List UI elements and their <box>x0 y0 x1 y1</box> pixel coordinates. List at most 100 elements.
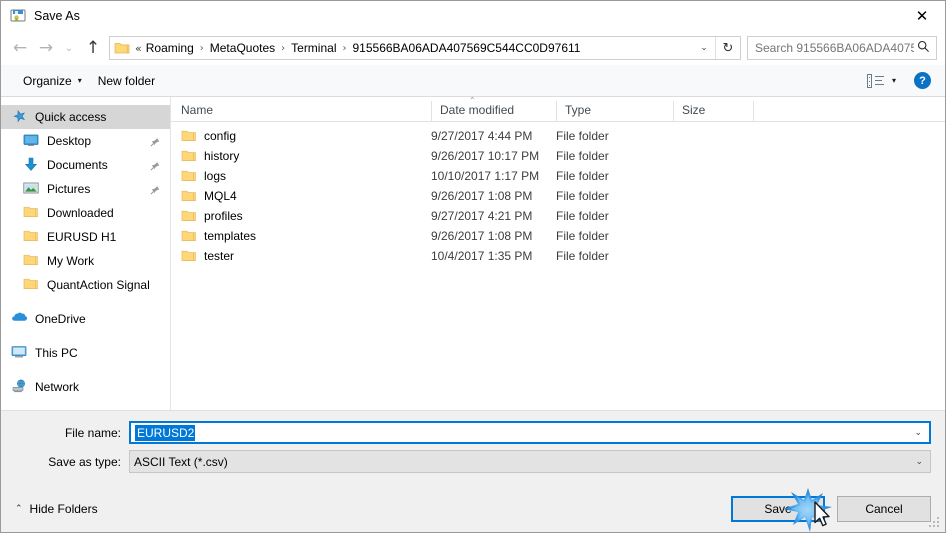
breadcrumb[interactable]: « Roaming › MetaQuotes › Terminal › 9155… <box>110 41 693 55</box>
save-as-type-label: Save as type: <box>48 454 121 469</box>
file-date: 10/10/2017 1:17 PM <box>431 169 540 183</box>
table-row[interactable]: config 9/27/2017 4:44 PM File folder <box>171 126 945 146</box>
back-button[interactable]: ← <box>7 35 33 61</box>
breadcrumb-separator[interactable]: › <box>197 43 207 54</box>
sidebar-group-label: OneDrive <box>35 312 86 326</box>
new-folder-button[interactable]: New folder <box>90 71 163 91</box>
folder-icon <box>181 229 197 243</box>
table-row[interactable]: templates 9/26/2017 1:08 PM File folder <box>171 226 945 246</box>
desktop-icon <box>23 133 41 149</box>
sidebar-item-label: QuantAction Signal <box>47 278 150 292</box>
organize-button[interactable]: Organize ▾ <box>15 71 90 91</box>
folder-icon <box>181 129 197 143</box>
pictures-icon <box>23 181 41 197</box>
file-type: File folder <box>556 189 609 203</box>
chevron-down-icon[interactable]: ⌄ <box>915 457 923 467</box>
search-input[interactable]: Search 915566BA06ADA40756... <box>747 36 937 60</box>
chevron-down-icon[interactable]: ⌄ <box>914 428 922 438</box>
breadcrumb-separator[interactable]: › <box>278 43 288 54</box>
sidebar-item-network[interactable]: Network <box>1 375 170 399</box>
cancel-button-label: Cancel <box>865 501 903 516</box>
sidebar-item-pictures[interactable]: Pictures <box>1 177 170 201</box>
sidebar-item-quick-access[interactable]: Quick access <box>1 105 170 129</box>
search-icon <box>914 40 932 57</box>
resize-grip[interactable] <box>929 517 941 529</box>
sidebar-item-onedrive[interactable]: OneDrive <box>1 307 170 331</box>
breadcrumb-item-1[interactable]: MetaQuotes <box>207 41 278 55</box>
folder-icon <box>181 189 197 203</box>
breadcrumb-item-2[interactable]: Terminal <box>288 41 339 55</box>
save-form: File name: EURUSD2 ⌄ Save as type: ASCII… <box>1 410 945 485</box>
file-name-input[interactable]: EURUSD2 ⌄ <box>129 421 931 444</box>
chevron-up-icon: ⌃ <box>15 503 23 514</box>
table-row[interactable]: MQL4 9/26/2017 1:08 PM File folder <box>171 186 945 206</box>
navigation-sidebar: Quick access Desktop Documents Pictures … <box>1 97 171 410</box>
column-header-date-modified[interactable]: Date modified <box>431 101 556 121</box>
file-list-pane: Name Date modified Type Size ⌃ config 9/… <box>171 97 945 410</box>
view-icon-column <box>866 73 872 88</box>
file-date: 10/4/2017 1:35 PM <box>431 249 533 263</box>
save-as-icon <box>10 8 26 24</box>
pin-icon[interactable] <box>150 136 160 147</box>
sidebar-item-downloaded[interactable]: Downloaded <box>1 201 170 225</box>
sidebar-item-this-pc[interactable]: This PC <box>1 341 170 365</box>
file-name-row: File name: EURUSD2 ⌄ <box>15 421 931 444</box>
view-options-button[interactable]: ▾ <box>861 71 902 91</box>
breadcrumb-separator[interactable]: › <box>340 43 350 54</box>
file-date: 9/27/2017 4:44 PM <box>431 129 533 143</box>
file-type: File folder <box>556 169 609 183</box>
up-button[interactable]: ↑ <box>79 35 107 61</box>
chevron-down-icon[interactable]: ⌄ <box>693 37 715 59</box>
pin-icon[interactable] <box>150 160 160 171</box>
breadcrumb-item-0[interactable]: Roaming <box>143 41 197 55</box>
file-date: 9/26/2017 10:17 PM <box>431 149 540 163</box>
file-date: 9/27/2017 4:21 PM <box>431 209 533 223</box>
hide-folders-button[interactable]: ⌃ Hide Folders <box>15 502 98 516</box>
chevron-down-icon: ▾ <box>77 76 82 85</box>
sidebar-group-label: Network <box>35 380 80 394</box>
save-as-type-select[interactable]: ASCII Text (*.csv) ⌄ <box>129 450 931 473</box>
download-arrow-icon <box>23 157 41 173</box>
address-bar[interactable]: « Roaming › MetaQuotes › Terminal › 9155… <box>109 36 741 60</box>
sidebar-item-desktop[interactable]: Desktop <box>1 129 170 153</box>
sidebar-item-quantaction-signal[interactable]: QuantAction Signal <box>1 273 170 297</box>
file-type: File folder <box>556 149 609 163</box>
close-icon[interactable]: ✕ <box>899 1 945 31</box>
hide-folders-label: Hide Folders <box>29 501 98 516</box>
breadcrumb-item-3[interactable]: 915566BA06ADA407569C544CC0D97611 <box>350 41 584 55</box>
column-header-size[interactable]: Size <box>673 101 753 121</box>
folder-icon <box>23 205 41 221</box>
command-bar: Organize ▾ New folder ▾ ? <box>1 65 945 97</box>
table-row[interactable]: tester 10/4/2017 1:35 PM File folder <box>171 246 945 266</box>
folder-icon <box>181 209 197 223</box>
sidebar-item-label: My Work <box>47 254 95 268</box>
folder-icon <box>181 149 197 163</box>
sidebar-item-label: Documents <box>47 158 108 172</box>
file-name: config <box>204 129 237 143</box>
table-row[interactable]: logs 10/10/2017 1:17 PM File folder <box>171 166 945 186</box>
table-row[interactable]: history 9/26/2017 10:17 PM File folder <box>171 146 945 166</box>
cancel-button[interactable]: Cancel <box>837 495 931 522</box>
table-row[interactable]: profiles 9/27/2017 4:21 PM File folder <box>171 206 945 226</box>
forward-button[interactable]: → <box>33 35 59 61</box>
file-name: history <box>204 149 240 163</box>
pin-icon[interactable] <box>150 184 160 195</box>
sort-ascending-icon: ⌃ <box>469 96 476 105</box>
folder-icon <box>181 169 197 183</box>
sidebar-item-my-work[interactable]: My Work <box>1 249 170 273</box>
folder-icon <box>23 277 41 293</box>
sidebar-item-label: EURUSD H1 <box>47 230 117 244</box>
save-button[interactable]: Save <box>731 495 825 522</box>
recent-locations-icon[interactable]: ⌄ <box>59 35 79 61</box>
refresh-icon[interactable]: ↻ <box>716 37 740 59</box>
sidebar-item-label: Downloaded <box>47 206 114 220</box>
save-as-type-value: ASCII Text (*.csv) <box>134 454 228 469</box>
sidebar-item-documents[interactable]: Documents <box>1 153 170 177</box>
list-view-icon <box>866 73 884 88</box>
column-header-name[interactable]: Name <box>171 101 431 121</box>
sidebar-item-eurusd-h1[interactable]: EURUSD H1 <box>1 225 170 249</box>
column-header-type[interactable]: Type <box>556 101 673 121</box>
help-icon[interactable]: ? <box>914 72 931 89</box>
